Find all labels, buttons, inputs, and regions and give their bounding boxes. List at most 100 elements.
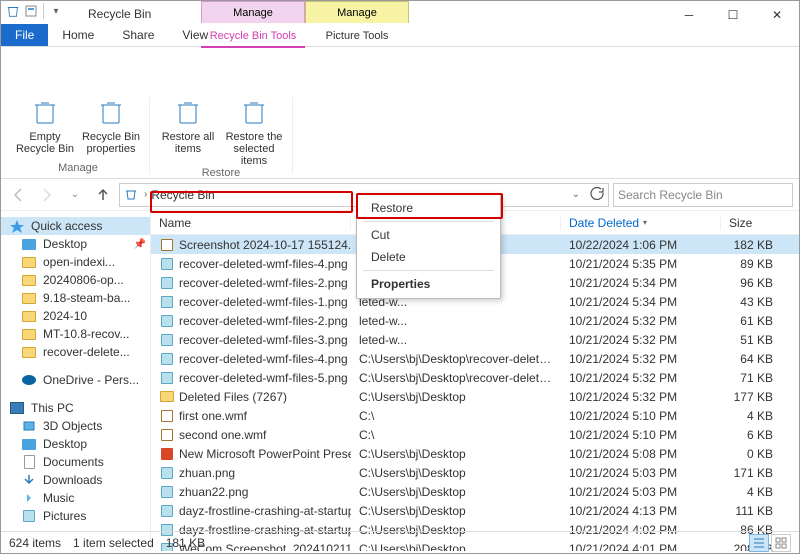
file-size-cell: 4 KB xyxy=(721,409,781,423)
file-row[interactable]: New Microsoft PowerPoint Present...C:\Us… xyxy=(151,444,799,463)
file-date-cell: 10/22/2024 1:06 PM xyxy=(561,238,721,252)
file-row[interactable]: dayz-frostline-crashing-at-startup-...C:… xyxy=(151,501,799,520)
context-menu-delete[interactable]: Delete xyxy=(359,246,498,268)
pin-icon: 📌 xyxy=(134,239,146,250)
sidebar-pc-pictures[interactable]: Pictures xyxy=(1,507,150,525)
tab-share[interactable]: Share xyxy=(108,24,168,46)
col-header-date-deleted[interactable]: Date Deleted▾ xyxy=(561,216,721,230)
sidebar-item-1[interactable]: open-indexi... xyxy=(1,253,150,271)
status-selected-count: 1 item selected xyxy=(73,536,154,550)
ribbon-label: Restore all items xyxy=(158,131,218,155)
sidebar-item-4[interactable]: 2024-10 xyxy=(1,307,150,325)
refresh-icon[interactable] xyxy=(590,186,604,203)
file-icon xyxy=(159,313,175,329)
sidebar-quick-access[interactable]: Quick access xyxy=(1,217,150,235)
file-size-cell: 0 KB xyxy=(721,447,781,461)
file-location-cell: C:\Users\bj\Desktop xyxy=(351,485,561,499)
file-name-cell: recover-deleted-wmf-files-4.png xyxy=(151,351,351,367)
ribbon-btn-restore-the-selected-items[interactable]: Restore the selected items xyxy=(224,97,284,167)
sidebar-item-2-icon xyxy=(21,272,37,288)
context-menu: Restore CutDelete Properties xyxy=(356,193,501,299)
details-view-button[interactable] xyxy=(749,534,769,552)
recycle-bin-icon xyxy=(95,97,127,129)
recent-locations-button[interactable]: ⌄ xyxy=(63,183,87,207)
file-date-cell: 10/21/2024 5:32 PM xyxy=(561,371,721,385)
ribbon-label: Recycle Bin properties xyxy=(81,131,141,155)
address-text: Recycle Bin xyxy=(151,188,214,202)
file-name-cell: recover-deleted-wmf-files-2.png xyxy=(151,313,351,329)
sidebar-pc-3d-objects[interactable]: 3D Objects xyxy=(1,417,150,435)
file-icon xyxy=(159,275,175,291)
file-size-cell: 89 KB xyxy=(721,257,781,271)
sidebar-pc-desktop[interactable]: Desktop xyxy=(1,435,150,453)
context-tab-recycle: Manage xyxy=(201,1,305,23)
ribbon-btn-recycle-bin-properties[interactable]: Recycle Bin properties xyxy=(81,97,141,155)
tab-picture-tools[interactable]: Picture Tools xyxy=(305,25,409,47)
file-icon xyxy=(159,332,175,348)
col-header-name[interactable]: Name xyxy=(151,216,351,230)
sidebar-quick-access-icon xyxy=(9,218,25,234)
file-date-cell: 10/21/2024 5:32 PM xyxy=(561,352,721,366)
file-icon xyxy=(159,408,175,424)
file-name-cell: zhuan.png xyxy=(151,465,351,481)
file-date-cell: 10/21/2024 5:32 PM xyxy=(561,314,721,328)
file-row[interactable]: first one.wmfC:\10/21/2024 5:10 PM4 KB xyxy=(151,406,799,425)
properties-icon[interactable] xyxy=(23,3,39,19)
ribbon-btn-empty-recycle-bin[interactable]: Empty Recycle Bin xyxy=(15,97,75,155)
file-row[interactable]: recover-deleted-wmf-files-2.pngleted-w..… xyxy=(151,311,799,330)
context-menu-properties[interactable]: Properties xyxy=(359,273,498,295)
tab-home[interactable]: Home xyxy=(48,24,108,46)
file-icon xyxy=(159,370,175,386)
sidebar-item-0-icon xyxy=(21,236,37,252)
up-button[interactable] xyxy=(91,183,115,207)
file-size-cell: 6 KB xyxy=(721,428,781,442)
file-name-cell: Screenshot 2024-10-17 155124.wmf xyxy=(151,237,351,253)
file-row[interactable]: zhuan22.pngC:\Users\bj\Desktop10/21/2024… xyxy=(151,482,799,501)
file-name-cell: recover-deleted-wmf-files-1.png xyxy=(151,294,351,310)
file-size-cell: 64 KB xyxy=(721,352,781,366)
sidebar-pc-music[interactable]: Music xyxy=(1,489,150,507)
file-row[interactable]: recover-deleted-wmf-files-4.pngC:\Users\… xyxy=(151,349,799,368)
sidebar-this-pc[interactable]: This PC xyxy=(1,399,150,417)
col-header-size[interactable]: Size xyxy=(721,216,781,230)
sidebar-this-pc-icon xyxy=(9,400,25,416)
file-size-cell: 4 KB xyxy=(721,485,781,499)
context-menu-restore[interactable]: Restore xyxy=(359,197,498,219)
file-tab[interactable]: File xyxy=(1,24,48,46)
sidebar-item-4-icon xyxy=(21,308,37,324)
file-size-cell: 43 KB xyxy=(721,295,781,309)
sidebar-item-2[interactable]: 20240806-op... xyxy=(1,271,150,289)
file-icon xyxy=(159,427,175,443)
context-menu-separator xyxy=(363,221,494,222)
file-row[interactable]: Deleted Files (7267)C:\Users\bj\Desktop1… xyxy=(151,387,799,406)
sidebar-onedrive[interactable]: OneDrive - Pers... xyxy=(1,371,150,389)
file-date-cell: 10/21/2024 5:10 PM xyxy=(561,409,721,423)
file-row[interactable]: zhuan.pngC:\Users\bj\Desktop10/21/2024 5… xyxy=(151,463,799,482)
forward-button[interactable] xyxy=(35,183,59,207)
ribbon-btn-restore-all-items[interactable]: Restore all items xyxy=(158,97,218,167)
file-size-cell: 171 KB xyxy=(721,466,781,480)
sidebar-item-6-icon xyxy=(21,344,37,360)
sidebar-item-3[interactable]: 9.18-steam-ba... xyxy=(1,289,150,307)
sidebar-pc-documents[interactable]: Documents xyxy=(1,453,150,471)
sidebar-pc-downloads[interactable]: Downloads xyxy=(1,471,150,489)
large-icons-view-button[interactable] xyxy=(771,534,791,552)
file-row[interactable]: second one.wmfC:\10/21/2024 5:10 PM6 KB xyxy=(151,425,799,444)
tab-recycle-bin-tools[interactable]: Recycle Bin Tools xyxy=(201,25,305,47)
ribbon-group-name: Manage xyxy=(58,162,98,174)
file-date-cell: 10/21/2024 4:13 PM xyxy=(561,504,721,518)
context-menu-cut[interactable]: Cut xyxy=(359,224,498,246)
file-row[interactable]: recover-deleted-wmf-files-3.pngleted-w..… xyxy=(151,330,799,349)
sidebar-item-5[interactable]: MT-10.8-recov... xyxy=(1,325,150,343)
file-row[interactable]: recover-deleted-wmf-files-5.pngC:\Users\… xyxy=(151,368,799,387)
sidebar-pc-downloads-icon xyxy=(21,472,37,488)
file-location-cell: leted-w... xyxy=(351,333,561,347)
recycle-bin-location-icon xyxy=(124,187,140,203)
sidebar-item-0[interactable]: Desktop📌 xyxy=(1,235,150,253)
sidebar-item-6[interactable]: recover-delete... xyxy=(1,343,150,361)
back-button[interactable] xyxy=(7,183,31,207)
search-input[interactable]: Search Recycle Bin xyxy=(613,183,793,207)
file-location-cell: C:\Users\bj\Desktop xyxy=(351,466,561,480)
qat-dropdown-icon[interactable]: ▾ xyxy=(48,3,64,19)
file-icon xyxy=(159,389,175,405)
